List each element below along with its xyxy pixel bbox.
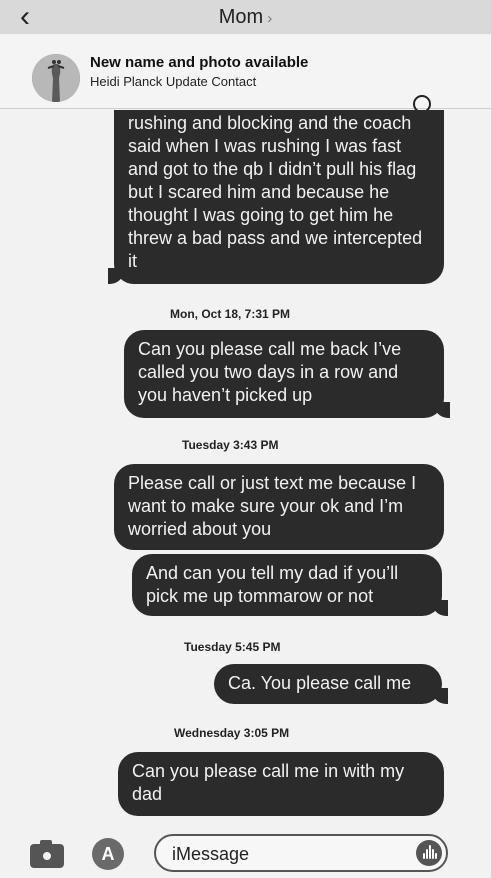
contact-name: Mom <box>218 6 264 28</box>
timestamp: Tuesday 3:43 PM <box>182 438 279 452</box>
composer-bar: A iMessage <box>0 824 491 878</box>
sent-message[interactable]: Please call or just text me because I wa… <box>114 464 444 550</box>
sent-message[interactable]: And can you tell my dad if you’ll pick m… <box>132 554 448 616</box>
timestamp: Tuesday 5:45 PM <box>184 640 281 654</box>
banner-title: New name and photo available <box>90 54 309 71</box>
camera-icon[interactable] <box>30 840 64 868</box>
timestamp: Wednesday 3:05 PM <box>174 726 290 740</box>
message-text: Please call or just text me because I wa… <box>128 473 417 539</box>
timestamp: Mon, Oct 18, 7:31 PM <box>170 307 291 321</box>
audio-waveform-icon[interactable] <box>416 840 442 866</box>
contact-title[interactable]: Mom › <box>0 6 491 29</box>
message-text: Can you please call me in with my dad <box>132 761 405 804</box>
conversation-header: ‹ Mom › <box>0 0 491 35</box>
contact-avatar <box>32 54 80 102</box>
giraffe-photo-icon <box>32 54 80 102</box>
app-store-icon[interactable]: A <box>92 838 124 870</box>
update-contact-banner[interactable]: New name and photo available Heidi Planc… <box>0 34 491 113</box>
message-text: rushing and blocking and the coach said … <box>128 113 423 271</box>
sent-message[interactable]: Ca. You please call me <box>214 664 448 704</box>
chevron-right-icon: › <box>267 10 273 27</box>
sent-message[interactable]: Can you please call me in with my dad <box>118 752 444 816</box>
message-text: Ca. You please call me <box>228 673 412 693</box>
message-text: And can you tell my dad if you’ll pick m… <box>146 563 399 606</box>
banner-subtitle[interactable]: Heidi Planck Update Contact <box>90 74 256 89</box>
message-input-placeholder: iMessage <box>172 844 250 864</box>
message-text: Can you please call me back I’ve called … <box>138 339 402 405</box>
received-message[interactable]: rushing and blocking and the coach said … <box>108 110 444 284</box>
message-input[interactable]: iMessage <box>154 834 448 872</box>
sent-message[interactable]: Can you please call me back I’ve called … <box>124 330 450 418</box>
